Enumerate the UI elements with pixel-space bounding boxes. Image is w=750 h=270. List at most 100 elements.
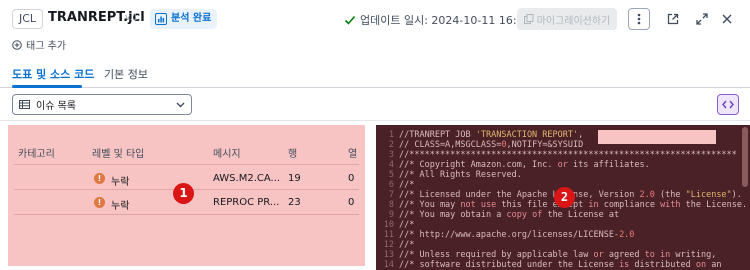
analysis-status-badge: 분석 완료: [150, 9, 218, 29]
close-icon: [722, 14, 732, 24]
code-token: //*: [399, 180, 415, 190]
code-token: 2.0: [639, 190, 655, 200]
add-tag-button[interactable]: 태그 추가: [12, 37, 66, 52]
code-token: //TRANREPT JOB: [399, 130, 476, 140]
migrate-button[interactable]: 마이그레이션하기: [517, 8, 617, 30]
line-number: 2: [388, 140, 394, 150]
line-text: // CLASS=A,MSGCLASS=0,NOTIFY=&SYSUID: [399, 140, 583, 150]
code-token: //* Copyright Amazon.com, Inc.: [399, 160, 558, 170]
view-select[interactable]: 이슈 목록: [12, 94, 192, 115]
more-actions-button[interactable]: [628, 8, 650, 30]
more-vertical-icon: [637, 13, 641, 25]
line-text: //TRANREPT JOB 'TRANSACTION REPORT',: [399, 130, 583, 140]
code-token: //* http://www.apache.org/licenses/LICEN…: [399, 230, 620, 240]
code-token: //*: [399, 240, 415, 250]
line-text: //* You may obtain a copy of the License…: [399, 210, 619, 220]
code-token: an: [706, 260, 722, 270]
code-token: //* Licensed under the Apache License, V…: [399, 190, 640, 200]
tab-diagram-source[interactable]: 도표 및 소스 코드: [12, 66, 94, 82]
column-header-category[interactable]: 카테고리: [18, 145, 55, 160]
toolbar-divider: [0, 120, 750, 121]
copy-icon: [523, 14, 534, 24]
source-code-viewer[interactable]: 1//TRANREPT JOB 'TRANSACTION REPORT', 2//…: [376, 125, 750, 270]
list-icon: [19, 100, 30, 109]
code-token: not: [460, 200, 476, 210]
code-scrollbar[interactable]: [742, 127, 748, 187]
line-number: 13: [383, 250, 394, 260]
line-number: 6: [388, 180, 394, 190]
issue-message: AWS.M2.CA...: [213, 173, 281, 184]
expand-icon: [696, 13, 708, 25]
line-number: 11: [383, 230, 394, 240]
issue-level: 누락: [111, 201, 130, 212]
issue-line: 19: [288, 173, 301, 184]
active-tab-indicator: [12, 85, 82, 88]
code-token: ).: [731, 190, 742, 200]
line-text: //*: [399, 180, 414, 190]
column-header-level-type[interactable]: 레벨 및 타입: [92, 145, 144, 160]
line-text: //* Copyright Amazon.com, Inc. or its af…: [399, 160, 650, 170]
code-token: //**************************************…: [399, 150, 737, 160]
line-number: 7: [388, 190, 394, 200]
close-button[interactable]: [716, 8, 738, 30]
analysis-status-label: 분석 완료: [171, 13, 212, 24]
code-token: in: [588, 200, 599, 210]
plus-circle-icon: [12, 39, 22, 50]
tab-basic-info[interactable]: 기본 정보: [104, 66, 148, 82]
code-token: this file except: [496, 200, 589, 210]
code-token: writing,: [670, 250, 717, 260]
column-header-message[interactable]: 메시지: [213, 145, 241, 160]
code-token: in: [660, 250, 671, 260]
column-header-line[interactable]: 행: [288, 145, 297, 160]
code-token: copy: [506, 210, 527, 220]
code-token: (the: [654, 190, 686, 200]
line-number: 10: [383, 220, 394, 230]
code-token: //* You may: [399, 200, 461, 210]
issue-column: 0: [348, 173, 355, 184]
line-number: 12: [383, 240, 394, 250]
line-text: //* http://www.apache.org/licenses/LICEN…: [399, 230, 634, 240]
code-token: its affiliates.: [567, 160, 650, 170]
code-token: of: [532, 210, 543, 220]
code-highlight: [598, 130, 716, 144]
issue-line: 23: [288, 197, 301, 208]
code-token: ,NOTIFY=&SYSUID: [506, 140, 584, 150]
row-divider: [14, 214, 359, 215]
code-token: or: [557, 160, 568, 170]
open-new-window-button[interactable]: [662, 8, 684, 30]
column-header-column[interactable]: 열: [348, 145, 357, 160]
code-token: or: [593, 250, 604, 260]
issue-message: REPROC PR...: [213, 197, 280, 208]
line-number: 4: [388, 160, 394, 170]
line-number: 1: [388, 130, 394, 140]
code-token: is: [619, 260, 630, 270]
issue-column: 0: [348, 197, 355, 208]
code-view-toggle[interactable]: [717, 94, 739, 115]
add-tag-label: 태그 추가: [26, 41, 66, 52]
code-token: "License": [685, 190, 732, 200]
warning-icon: !: [94, 197, 105, 208]
code-token: on: [695, 260, 707, 270]
tab-bar: 도표 및 소스 코드 기본 정보: [0, 60, 750, 88]
expand-button[interactable]: [691, 8, 713, 30]
code-token: with: [660, 200, 681, 210]
issue-table: 카테고리 레벨 및 타입 메시지 행 열 ! 누락 AWS.M2.CA... 1…: [8, 125, 365, 266]
line-number: 9: [388, 210, 394, 220]
warning-icon: !: [94, 173, 105, 184]
code-token: compliance: [598, 200, 661, 210]
line-text: //*: [399, 240, 414, 250]
header-divider: [14, 164, 359, 165]
version-label: v.1: [125, 13, 139, 23]
code-token: //* All Rights Reserved.: [399, 170, 522, 180]
code-token: // CLASS=A,MSGCLASS=: [399, 140, 502, 150]
line-number: 5: [388, 170, 394, 180]
line-text: //* All Rights Reserved.: [399, 170, 522, 180]
language-badge: JCL: [12, 9, 44, 29]
line-number: 8: [388, 200, 394, 210]
code-token: 'TRANSACTION REPORT': [475, 130, 579, 140]
annotation-marker-1: 1: [173, 183, 194, 204]
code-icon: [722, 100, 734, 109]
chart-icon: [155, 13, 167, 25]
code-token: 2.0: [619, 230, 635, 240]
annotation-marker-2: 2: [554, 187, 575, 208]
